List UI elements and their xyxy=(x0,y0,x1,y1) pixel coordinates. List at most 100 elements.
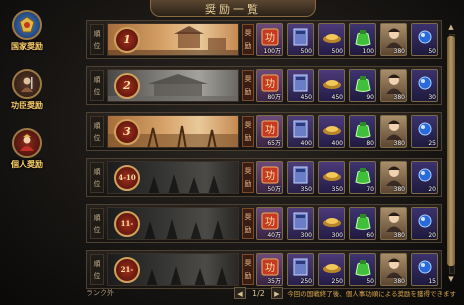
rank-badge: 4-10 xyxy=(114,165,140,191)
item-quantity: 50 xyxy=(428,48,436,55)
reward-label: 奨励 xyxy=(242,24,254,55)
skill-book-icon xyxy=(293,74,308,92)
merit-token-icon: 功 xyxy=(261,212,279,230)
scroll-down-icon[interactable]: ▼ xyxy=(446,274,456,284)
sidebar-item-personal-reward[interactable]: 個人奨励 xyxy=(4,128,50,174)
reward-item[interactable]: 50 xyxy=(349,253,376,286)
gold-ingot-icon xyxy=(323,126,341,135)
gold-ingot-icon xyxy=(323,34,341,43)
reward-item[interactable]: 450 xyxy=(318,69,345,102)
rank-banner: 1 xyxy=(107,23,239,56)
reward-item[interactable]: 功 50万 xyxy=(256,161,283,194)
green-pouch-icon xyxy=(355,30,371,46)
reward-items: 功 100万 500 500 100 380 50 xyxy=(256,23,442,56)
blue-orb-icon xyxy=(418,214,432,228)
rank-banner: 3 xyxy=(107,115,239,148)
sidebar-item-merit-reward[interactable]: 功臣奨励 xyxy=(4,69,50,115)
item-quantity: 35万 xyxy=(267,278,281,285)
reward-item[interactable]: 功 80万 xyxy=(256,69,283,102)
reward-item[interactable]: 功 35万 xyxy=(256,253,283,286)
scroll-thumb[interactable] xyxy=(447,36,455,266)
svg-text:功: 功 xyxy=(265,216,275,228)
reward-item[interactable]: 300 xyxy=(318,207,345,240)
merit-token-icon: 功 xyxy=(261,74,279,92)
item-quantity: 25 xyxy=(428,140,436,147)
reward-item[interactable]: 功 40万 xyxy=(256,207,283,240)
reward-item[interactable]: 350 xyxy=(287,161,314,194)
reward-item[interactable]: 60 xyxy=(349,207,376,240)
general-portrait-icon xyxy=(386,74,402,94)
reward-item[interactable]: 250 xyxy=(287,253,314,286)
item-quantity: 250 xyxy=(300,278,312,285)
reward-item[interactable]: 380 xyxy=(380,253,407,286)
reward-items: 功 50万 350 350 70 380 20 xyxy=(256,161,442,194)
item-quantity: 100 xyxy=(362,48,374,55)
reward-item[interactable]: 400 xyxy=(318,115,345,148)
reward-item[interactable]: 90 xyxy=(349,69,376,102)
next-page-icon[interactable]: ▶ xyxy=(270,287,283,299)
merit-token-icon: 功 xyxy=(261,258,279,276)
reward-item[interactable]: 350 xyxy=(318,161,345,194)
skill-book-icon xyxy=(293,212,308,230)
reward-item[interactable]: 25 xyxy=(411,115,438,148)
rank-label: 順位 xyxy=(90,162,104,193)
general-portrait-icon xyxy=(386,166,402,186)
reward-label: 奨励 xyxy=(242,162,254,193)
scrollbar[interactable]: ▲ ▼ xyxy=(446,22,456,284)
reward-item[interactable]: 450 xyxy=(287,69,314,102)
gold-ingot-icon xyxy=(323,172,341,181)
reward-item[interactable]: 380 xyxy=(380,161,407,194)
svg-text:功: 功 xyxy=(265,32,275,44)
item-quantity: 50 xyxy=(366,278,374,285)
reward-row: 順位 11-20 奨励 功 40万 300 300 60 380 20 xyxy=(86,204,442,243)
reward-item[interactable]: 20 xyxy=(411,161,438,194)
reward-item[interactable]: 100 xyxy=(349,23,376,56)
reward-item[interactable]: 功 65万 xyxy=(256,115,283,148)
reward-item[interactable]: 50 xyxy=(411,23,438,56)
rank-out-label[interactable]: ランク外 xyxy=(86,288,114,298)
reward-label: 奨励 xyxy=(242,116,254,147)
skill-book-icon xyxy=(293,166,308,184)
item-quantity: 350 xyxy=(300,186,312,193)
item-quantity: 100万 xyxy=(263,48,281,55)
scroll-up-icon[interactable]: ▲ xyxy=(446,22,456,32)
reward-item[interactable]: 20 xyxy=(411,207,438,240)
rank-badge: 1 xyxy=(114,27,140,53)
reward-item[interactable]: 500 xyxy=(287,23,314,56)
merit-token-icon: 功 xyxy=(261,120,279,138)
general-portrait-icon xyxy=(386,258,402,278)
reward-item[interactable]: 15 xyxy=(411,253,438,286)
svg-text:功: 功 xyxy=(265,170,275,182)
item-quantity: 500 xyxy=(331,48,343,55)
reward-item[interactable]: 400 xyxy=(287,115,314,148)
item-quantity: 380 xyxy=(393,140,405,147)
reward-item[interactable]: 300 xyxy=(287,207,314,240)
reward-item[interactable]: 500 xyxy=(318,23,345,56)
reward-item[interactable]: 380 xyxy=(380,23,407,56)
green-pouch-icon xyxy=(355,76,371,92)
reward-item[interactable]: 80 xyxy=(349,115,376,148)
reward-list: 順位 1 奨励 功 100万 500 500 100 380 50 順位 2 奨… xyxy=(86,20,442,296)
item-quantity: 50万 xyxy=(267,186,281,193)
reward-items: 功 80万 450 450 90 380 30 xyxy=(256,69,442,102)
sidebar-item-nation-reward[interactable]: 国家奨励 xyxy=(4,10,50,56)
reward-item[interactable]: 功 100万 xyxy=(256,23,283,56)
general-portrait-icon xyxy=(386,212,402,232)
item-quantity: 15 xyxy=(428,278,436,285)
sidebar: 国家奨励 功臣奨励 個人奨励 xyxy=(4,10,50,187)
item-quantity: 60 xyxy=(366,232,374,239)
reward-item[interactable]: 70 xyxy=(349,161,376,194)
merit-token-icon: 功 xyxy=(261,166,279,184)
rank-badge: 21-50 xyxy=(114,257,140,283)
item-quantity: 20 xyxy=(428,186,436,193)
reward-item[interactable]: 30 xyxy=(411,69,438,102)
item-quantity: 400 xyxy=(300,140,312,147)
item-quantity: 380 xyxy=(393,48,405,55)
reward-item[interactable]: 380 xyxy=(380,115,407,148)
reward-item[interactable]: 380 xyxy=(380,69,407,102)
reward-item[interactable]: 380 xyxy=(380,207,407,240)
reward-item[interactable]: 250 xyxy=(318,253,345,286)
svg-text:功: 功 xyxy=(265,78,275,90)
blue-orb-icon xyxy=(418,260,432,274)
prev-page-icon[interactable]: ◀ xyxy=(234,287,246,299)
